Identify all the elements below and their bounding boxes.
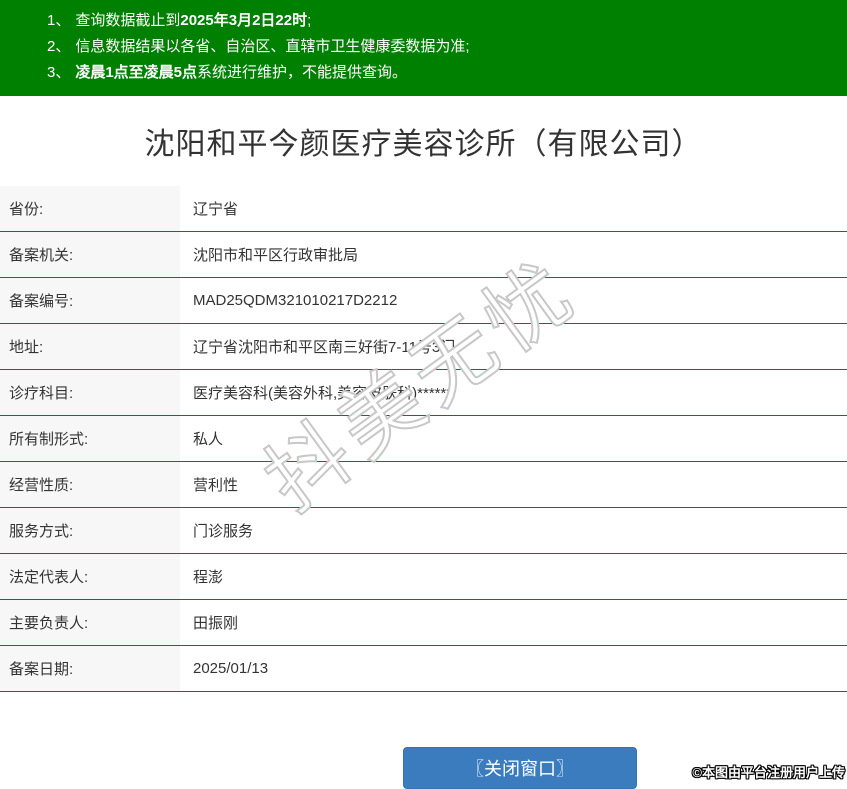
row-value: MAD25QDM321010217D2212 [193,278,841,323]
row-label: 服务方式: [0,508,180,553]
row-value: 田振刚 [193,600,841,645]
row-value: 程澎 [193,554,841,599]
notice-text: 系统进行维护，不能提供查询。 [197,64,407,81]
row-value: 沈阳市和平区行政审批局 [193,232,841,277]
row-label: 备案机关: [0,232,180,277]
table-row-principal-person: 主要负责人: 田振刚 [0,600,847,646]
notice-text: 信息数据结果以各省、自治区、直辖市卫生健康委数据为准; [75,38,469,55]
notice-text: ; [307,12,311,29]
row-value: 2025/01/13 [193,646,841,691]
row-label: 备案编号: [0,278,180,323]
table-row-province: 省份: 辽宁省 [0,186,847,232]
row-label: 诊疗科目: [0,370,180,415]
row-label: 省份: [0,186,180,231]
row-value: 辽宁省沈阳市和平区南三好街7-11号3门 [193,324,841,369]
notice-text-bold: 2025年3月2日22时 [180,12,307,29]
close-window-button[interactable]: 〖关闭窗口〗 [403,747,637,789]
notice-line-3: 3、凌晨1点至凌晨5点系统进行维护，不能提供查询。 [47,60,827,86]
notice-number: 2、 [47,38,70,55]
title-area: 沈阳和平今颜医疗美容诊所（有限公司） [0,96,847,186]
row-value: 私人 [193,416,841,461]
table-row-filing-number: 备案编号: MAD25QDM321010217D2212 [0,278,847,324]
notice-banner: 1、查询数据截止到2025年3月2日22时; 2、信息数据结果以各省、自治区、直… [0,0,847,96]
notice-number: 1、 [47,12,70,29]
row-label: 主要负责人: [0,600,180,645]
notice-text-bold: 凌晨1点至凌晨5点 [75,64,197,81]
facility-info-table: 省份: 辽宁省 备案机关: 沈阳市和平区行政审批局 备案编号: MAD25QDM… [0,186,847,692]
page-title: 沈阳和平今颜医疗美容诊所（有限公司） [145,119,703,163]
row-value: 营利性 [193,462,841,507]
notice-number: 3、 [47,64,70,81]
row-value: 辽宁省 [193,186,841,231]
table-row-treatment-subjects: 诊疗科目: 医疗美容科(美容外科,美容皮肤科)****** [0,370,847,416]
upload-credit-watermark: ©本图由平台注册用户上传 [692,762,845,781]
notice-line-2: 2、信息数据结果以各省、自治区、直辖市卫生健康委数据为准; [47,34,827,60]
table-row-address: 地址: 辽宁省沈阳市和平区南三好街7-11号3门 [0,324,847,370]
row-value: 门诊服务 [193,508,841,553]
row-label: 法定代表人: [0,554,180,599]
notice-line-1: 1、查询数据截止到2025年3月2日22时; [47,8,827,34]
table-row-filing-authority: 备案机关: 沈阳市和平区行政审批局 [0,232,847,278]
row-label: 备案日期: [0,646,180,691]
row-label: 所有制形式: [0,416,180,461]
notice-text: 查询数据截止到 [75,12,180,29]
table-row-ownership-form: 所有制形式: 私人 [0,416,847,462]
table-row-business-nature: 经营性质: 营利性 [0,462,847,508]
row-value: 医疗美容科(美容外科,美容皮肤科)****** [193,370,841,415]
table-row-legal-representative: 法定代表人: 程澎 [0,554,847,600]
row-label: 地址: [0,324,180,369]
row-label: 经营性质: [0,462,180,507]
table-row-service-mode: 服务方式: 门诊服务 [0,508,847,554]
table-row-filing-date: 备案日期: 2025/01/13 [0,646,847,692]
